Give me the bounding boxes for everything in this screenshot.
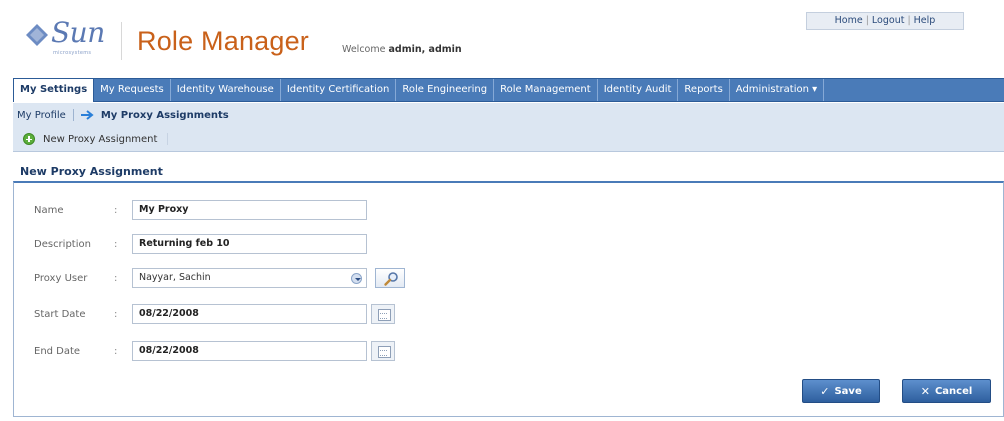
subnav-links: My Profile My Proxy Assignments: [17, 107, 229, 123]
section-title: New Proxy Assignment: [20, 165, 163, 178]
search-icon: [384, 272, 398, 286]
end-date-input[interactable]: 08/22/2008: [132, 341, 367, 361]
calendar-icon[interactable]: [371, 304, 395, 324]
name-input[interactable]: My Proxy: [132, 200, 367, 220]
header-divider: [121, 22, 122, 60]
cancel-button[interactable]: ✕ Cancel: [902, 379, 991, 403]
description-input[interactable]: Returning feb 10: [132, 234, 367, 254]
end-date-row: End Date : 08/22/2008: [34, 341, 395, 361]
add-icon: [23, 133, 35, 145]
proxy-user-row: Proxy User : Nayyar, Sachin: [34, 268, 405, 288]
home-link[interactable]: Home: [835, 15, 863, 26]
welcome-user: admin, admin: [388, 44, 462, 55]
main-nav: My Settings My Requests Identity Warehou…: [13, 78, 1004, 102]
colon: :: [114, 272, 118, 284]
utility-links: Home | Logout | Help: [806, 12, 964, 30]
tab-administration[interactable]: Administration ▾: [730, 79, 825, 101]
start-date-label: Start Date: [34, 308, 86, 320]
subnav-separator: [72, 109, 74, 121]
end-date-label: End Date: [34, 345, 81, 357]
welcome-prefix: Welcome: [342, 44, 386, 55]
start-date-input[interactable]: 08/22/2008: [132, 304, 367, 324]
subnav-my-profile[interactable]: My Profile: [17, 110, 66, 121]
colon: :: [114, 308, 118, 320]
tab-role-engineering[interactable]: Role Engineering: [396, 79, 495, 101]
chevron-down-icon[interactable]: [351, 273, 362, 284]
tab-my-settings[interactable]: My Settings: [13, 78, 95, 102]
logout-link[interactable]: Logout: [872, 15, 905, 26]
save-button-label: Save: [834, 385, 862, 397]
colon: :: [114, 238, 118, 250]
calendar-icon[interactable]: [371, 341, 395, 361]
new-proxy-assignment-label: New Proxy Assignment: [43, 133, 158, 145]
arrow-right-icon: [80, 110, 95, 120]
description-label: Description: [34, 238, 91, 250]
logo-text: Sun: [51, 16, 105, 49]
tab-role-management[interactable]: Role Management: [494, 79, 598, 101]
name-row: Name : My Proxy: [34, 200, 367, 220]
tab-my-requests[interactable]: My Requests: [94, 79, 171, 101]
app-header: Sun microsystems Role Manager Welcome ad…: [0, 0, 1004, 78]
tab-identity-audit[interactable]: Identity Audit: [598, 79, 679, 101]
proxy-user-label: Proxy User: [34, 272, 88, 284]
description-row: Description : Returning feb 10: [34, 234, 367, 254]
tab-identity-certification[interactable]: Identity Certification: [281, 79, 397, 101]
sun-logo: Sun microsystems: [26, 18, 105, 58]
form-panel: Name : My Proxy Description : Returning …: [13, 181, 1004, 417]
new-proxy-assignment-action[interactable]: New Proxy Assignment: [23, 131, 169, 147]
checkmark-icon: ✓: [820, 384, 830, 398]
colon: :: [114, 204, 118, 216]
search-user-button[interactable]: [375, 268, 405, 288]
sub-nav: My Profile My Proxy Assignments New Prox…: [13, 103, 1004, 152]
welcome-message: Welcome admin, admin: [342, 44, 462, 55]
logo-subtext: microsystems: [53, 50, 92, 56]
start-date-row: Start Date : 08/22/2008: [34, 304, 395, 324]
help-link[interactable]: Help: [914, 15, 936, 26]
colon: :: [114, 345, 118, 357]
save-button[interactable]: ✓ Save: [802, 379, 880, 403]
link-separator: |: [865, 15, 869, 26]
app-title: Role Manager: [137, 26, 309, 56]
close-icon: ✕: [920, 384, 930, 398]
cancel-button-label: Cancel: [934, 385, 973, 397]
tab-reports[interactable]: Reports: [678, 79, 730, 101]
proxy-user-value: Nayyar, Sachin: [139, 272, 211, 283]
action-divider: [167, 133, 169, 145]
proxy-user-select[interactable]: Nayyar, Sachin: [132, 268, 367, 288]
sun-diamond-icon: [26, 24, 48, 46]
link-separator: |: [907, 15, 911, 26]
tab-identity-warehouse[interactable]: Identity Warehouse: [171, 79, 281, 101]
subnav-my-proxy-assignments[interactable]: My Proxy Assignments: [101, 110, 229, 121]
name-label: Name: [34, 204, 64, 216]
